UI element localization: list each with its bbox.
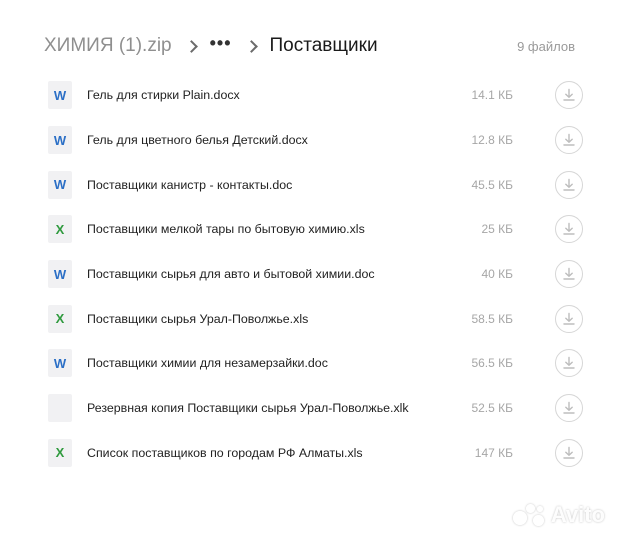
file-size: 12.8 КБ xyxy=(471,133,513,148)
download-icon xyxy=(563,178,575,191)
blank-file-icon xyxy=(48,394,72,423)
download-icon xyxy=(563,312,575,325)
breadcrumb: ХИМИЯ (1).zip ••• Поставщики 9 файлов xyxy=(44,30,589,62)
avito-logo-icon xyxy=(512,502,547,528)
file-row[interactable]: X Поставщики мелкой тары по бытовую хими… xyxy=(48,207,588,252)
download-icon xyxy=(563,357,575,370)
chevron-right-icon xyxy=(244,39,258,53)
download-button[interactable] xyxy=(555,394,583,423)
chevron-right-icon xyxy=(184,39,198,53)
download-button[interactable] xyxy=(555,170,583,199)
word-doc-icon: W xyxy=(48,126,72,155)
download-button[interactable] xyxy=(555,304,583,333)
watermark-text: Avito xyxy=(550,502,605,527)
download-icon xyxy=(563,401,575,414)
file-row[interactable]: X Поставщики сырья Урал-Поволжье.xls 58.… xyxy=(48,296,588,341)
file-name[interactable]: Гель для стирки Plain.docx xyxy=(87,88,433,102)
file-name[interactable]: Резервная копия Поставщики сырья Урал-По… xyxy=(87,401,433,415)
file-row[interactable]: X Список поставщиков по городам РФ Алмат… xyxy=(48,431,588,476)
breadcrumb-ellipsis-button[interactable]: ••• xyxy=(210,34,232,54)
file-name[interactable]: Поставщики сырья для авто и бытовой хими… xyxy=(87,267,433,281)
file-list: W Гель для стирки Plain.docx 14.1 КБ W Г… xyxy=(48,73,588,475)
file-row[interactable]: W Поставщики сырья для авто и бытовой хи… xyxy=(48,252,588,297)
breadcrumb-current-folder: Поставщики xyxy=(269,35,378,56)
breadcrumb-archive-link[interactable]: ХИМИЯ (1).zip xyxy=(44,35,172,57)
excel-sheet-icon: X xyxy=(48,438,72,467)
file-size: 40 КБ xyxy=(481,267,513,282)
file-size: 56.5 КБ xyxy=(471,356,513,371)
download-button[interactable] xyxy=(555,81,583,110)
file-row[interactable]: Резервная копия Поставщики сырья Урал-По… xyxy=(48,386,588,431)
file-row[interactable]: W Гель для стирки Plain.docx 14.1 КБ xyxy=(48,73,588,118)
file-size: 147 КБ xyxy=(474,445,513,460)
download-button[interactable] xyxy=(555,215,583,244)
download-button[interactable] xyxy=(555,349,583,378)
download-button[interactable] xyxy=(555,126,583,155)
file-size: 58.5 КБ xyxy=(471,311,513,326)
file-size: 14.1 КБ xyxy=(471,88,513,103)
word-doc-icon: W xyxy=(48,81,72,110)
download-icon xyxy=(563,267,575,280)
download-icon xyxy=(563,223,575,236)
word-doc-icon: W xyxy=(48,170,72,199)
file-name[interactable]: Поставщики мелкой тары по бытовую химию.… xyxy=(87,222,433,236)
excel-sheet-icon: X xyxy=(48,304,72,333)
file-size: 25 КБ xyxy=(481,222,513,237)
file-name[interactable]: Гель для цветного белья Детский.docx xyxy=(87,133,433,147)
avito-watermark: Avito xyxy=(512,502,605,528)
word-doc-icon: W xyxy=(48,260,72,289)
download-button[interactable] xyxy=(555,438,583,467)
file-row[interactable]: W Гель для цветного белья Детский.docx 1… xyxy=(48,118,588,163)
file-name[interactable]: Список поставщиков по городам РФ Алматы.… xyxy=(87,446,433,460)
download-icon xyxy=(563,89,575,102)
file-size: 52.5 КБ xyxy=(471,401,513,416)
word-doc-icon: W xyxy=(48,349,72,378)
download-icon xyxy=(563,446,575,459)
file-size: 45.5 КБ xyxy=(471,177,513,192)
file-row[interactable]: W Поставщики канистр - контакты.doc 45.5… xyxy=(48,162,588,207)
file-row[interactable]: W Поставщики химии для незамерзайки.doc … xyxy=(48,341,588,386)
excel-sheet-icon: X xyxy=(48,215,72,244)
file-name[interactable]: Поставщики сырья Урал-Поволжье.xls xyxy=(87,312,433,326)
download-icon xyxy=(563,133,575,146)
file-count: 9 файлов xyxy=(517,38,575,54)
download-button[interactable] xyxy=(555,260,583,289)
file-name[interactable]: Поставщики химии для незамерзайки.doc xyxy=(87,356,433,370)
file-name[interactable]: Поставщики канистр - контакты.doc xyxy=(87,178,433,192)
